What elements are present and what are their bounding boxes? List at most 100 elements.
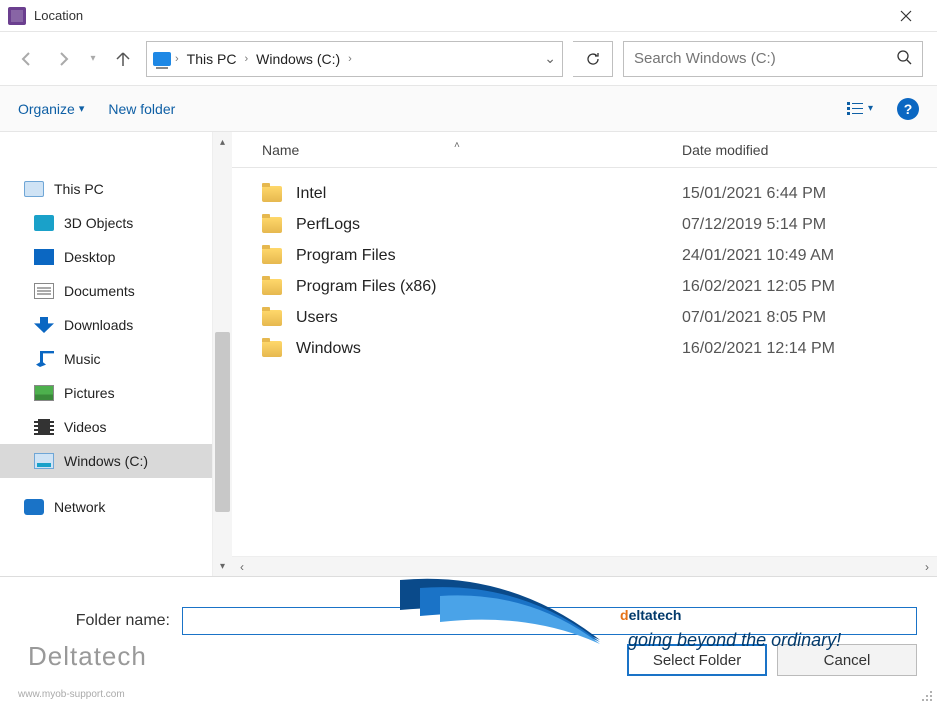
file-date: 07/01/2021 8:05 PM bbox=[682, 309, 826, 327]
sidebar-item-label: Downloads bbox=[64, 317, 133, 333]
sidebar-network-label: Network bbox=[54, 499, 105, 515]
folder-name-input[interactable] bbox=[182, 607, 917, 635]
folder-type-icon bbox=[34, 385, 54, 401]
file-name: Program Files bbox=[296, 247, 682, 265]
breadcrumb-drive[interactable]: Windows (C:) bbox=[252, 49, 344, 69]
sidebar-item[interactable]: Desktop bbox=[0, 240, 212, 274]
arrow-up-icon bbox=[114, 50, 132, 68]
chevron-right-icon: › bbox=[175, 53, 179, 65]
file-name: Users bbox=[296, 309, 682, 327]
select-folder-button[interactable]: Select Folder bbox=[627, 644, 767, 676]
forward-button[interactable] bbox=[50, 46, 76, 72]
sidebar-network[interactable]: Network bbox=[0, 490, 212, 524]
sidebar-item[interactable]: Music bbox=[0, 342, 212, 376]
column-name-label: Name bbox=[262, 142, 299, 158]
arrow-right-icon bbox=[54, 50, 72, 68]
search-box[interactable] bbox=[623, 41, 923, 77]
newfolder-label: New folder bbox=[108, 101, 175, 117]
file-name: Windows bbox=[296, 340, 682, 358]
search-input[interactable] bbox=[634, 50, 896, 67]
file-row[interactable]: Program Files (x86)16/02/2021 12:05 PM bbox=[232, 271, 937, 302]
sidebar-item[interactable]: Windows (C:) bbox=[0, 444, 212, 478]
horizontal-scrollbar[interactable]: ‹ › bbox=[232, 556, 937, 576]
folder-icon bbox=[262, 341, 282, 357]
sidebar-root-thispc[interactable]: This PC bbox=[0, 172, 212, 206]
scroll-left-icon[interactable]: ‹ bbox=[232, 560, 252, 574]
sidebar-item-label: Videos bbox=[64, 419, 107, 435]
sidebar: This PC 3D Objects Desktop Documents Downlo… bbox=[0, 132, 212, 576]
scroll-thumb[interactable] bbox=[215, 332, 230, 512]
nav-row: ▾ › This PC › Windows (C:) › ⌄ bbox=[0, 32, 937, 86]
folder-icon bbox=[262, 186, 282, 202]
refresh-button[interactable] bbox=[573, 41, 613, 77]
network-icon bbox=[24, 499, 44, 515]
chevron-right-icon: › bbox=[244, 53, 248, 65]
organize-label: Organize bbox=[18, 101, 75, 117]
close-button[interactable] bbox=[883, 0, 929, 32]
refresh-icon bbox=[585, 51, 601, 67]
column-date-label: Date modified bbox=[682, 142, 768, 158]
cancel-button[interactable]: Cancel bbox=[777, 644, 917, 676]
folder-type-icon bbox=[34, 283, 54, 299]
back-button[interactable] bbox=[14, 46, 40, 72]
main-panel: Name ˄ Date modified Intel15/01/2021 6:4… bbox=[232, 132, 937, 576]
recent-dropdown[interactable]: ▾ bbox=[86, 46, 100, 72]
up-button[interactable] bbox=[110, 46, 136, 72]
address-bar[interactable]: › This PC › Windows (C:) › ⌄ bbox=[146, 41, 563, 77]
sidebar-scrollbar[interactable]: ▴ ▾ bbox=[212, 132, 232, 576]
chevron-down-icon: ▾ bbox=[79, 102, 85, 115]
resize-grip-icon[interactable] bbox=[919, 688, 933, 702]
pc-icon bbox=[153, 52, 171, 66]
folder-type-icon bbox=[34, 249, 54, 265]
new-folder-button[interactable]: New folder bbox=[108, 101, 175, 117]
organize-menu[interactable]: Organize ▾ bbox=[18, 101, 84, 117]
breadcrumb-root[interactable]: This PC bbox=[183, 49, 241, 69]
brand-watermark: Deltatech bbox=[28, 641, 147, 672]
scroll-down-icon[interactable]: ▾ bbox=[213, 556, 232, 576]
folder-type-icon bbox=[34, 419, 54, 435]
column-date[interactable]: Date modified bbox=[682, 142, 768, 158]
file-row[interactable]: PerfLogs07/12/2019 5:14 PM bbox=[232, 209, 937, 240]
file-row[interactable]: Users07/01/2021 8:05 PM bbox=[232, 302, 937, 333]
pc-icon bbox=[24, 181, 44, 197]
search-icon[interactable] bbox=[896, 49, 912, 68]
folder-type-icon bbox=[34, 351, 54, 367]
file-name: Intel bbox=[296, 185, 682, 203]
help-button[interactable]: ? bbox=[897, 98, 919, 120]
sidebar-item[interactable]: 3D Objects bbox=[0, 206, 212, 240]
scroll-right-icon[interactable]: › bbox=[917, 560, 937, 574]
arrow-left-icon bbox=[18, 50, 36, 68]
sort-asc-icon: ˄ bbox=[454, 140, 460, 151]
address-dropdown[interactable]: ⌄ bbox=[544, 50, 556, 67]
sidebar-item-label: Windows (C:) bbox=[64, 453, 148, 469]
url-watermark: www.myob-support.com bbox=[18, 689, 125, 700]
sidebar-item-label: Desktop bbox=[64, 249, 115, 265]
file-row[interactable]: Program Files24/01/2021 10:49 AM bbox=[232, 240, 937, 271]
sidebar-root-label: This PC bbox=[54, 181, 104, 197]
toolbar: Organize ▾ New folder ▾ ? bbox=[0, 86, 937, 132]
scroll-up-icon[interactable]: ▴ bbox=[213, 132, 232, 152]
folder-type-icon bbox=[34, 453, 54, 469]
body: This PC 3D Objects Desktop Documents Downlo… bbox=[0, 132, 937, 576]
folder-icon bbox=[262, 217, 282, 233]
sidebar-item[interactable]: Pictures bbox=[0, 376, 212, 410]
sidebar-item-label: Pictures bbox=[64, 385, 115, 401]
sidebar-item[interactable]: Videos bbox=[0, 410, 212, 444]
button-row: Select Folder Cancel bbox=[627, 644, 917, 676]
view-menu[interactable]: ▾ bbox=[846, 100, 873, 118]
file-date: 07/12/2019 5:14 PM bbox=[682, 216, 826, 234]
chevron-right-icon: › bbox=[348, 53, 352, 65]
sidebar-item[interactable]: Downloads bbox=[0, 308, 212, 342]
file-name: PerfLogs bbox=[296, 216, 682, 234]
file-row[interactable]: Intel15/01/2021 6:44 PM bbox=[232, 178, 937, 209]
column-name[interactable]: Name ˄ bbox=[262, 142, 682, 158]
sidebar-item-label: Documents bbox=[64, 283, 135, 299]
folder-type-icon bbox=[34, 215, 54, 231]
footer: Folder name: Select Folder Cancel Deltat… bbox=[0, 576, 937, 706]
sidebar-item[interactable]: Documents bbox=[0, 274, 212, 308]
app-icon bbox=[8, 7, 26, 25]
folder-type-icon bbox=[34, 317, 54, 333]
folder-name-row: Folder name: bbox=[20, 607, 917, 635]
file-date: 16/02/2021 12:14 PM bbox=[682, 340, 835, 358]
file-row[interactable]: Windows16/02/2021 12:14 PM bbox=[232, 333, 937, 364]
